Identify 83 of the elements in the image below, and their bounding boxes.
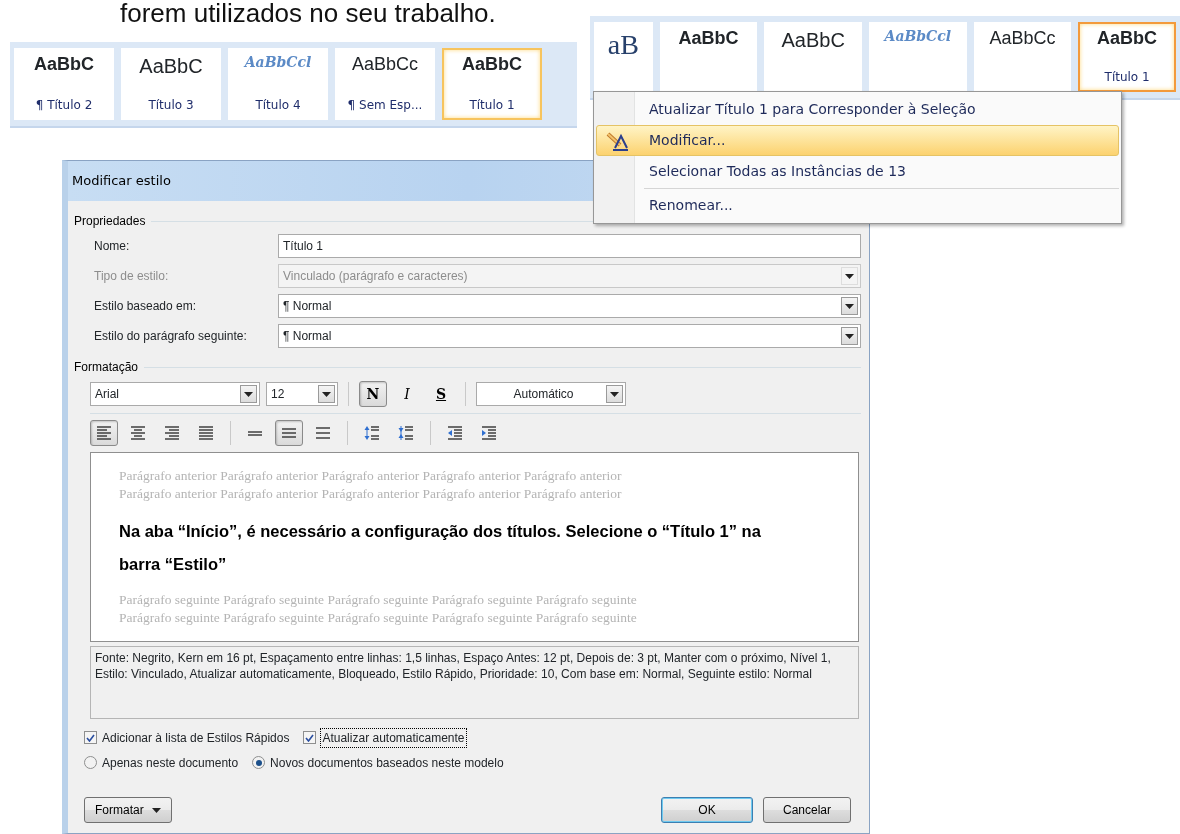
dropdown-field: Vinculado (parágrafo e caracteres) <box>278 264 861 288</box>
caret-icon <box>151 807 161 813</box>
radio-label[interactable]: Novos documentos baseados neste modelo <box>270 753 504 772</box>
style-name: Título 1 <box>469 97 515 114</box>
field-label: Estilo baseado em: <box>94 298 198 315</box>
style-gallery-item[interactable]: AaBbC Título 1 <box>442 48 542 120</box>
spacing-arrows-icon <box>398 425 414 441</box>
align-center-icon <box>130 425 146 441</box>
style-gallery-item[interactable]: AaBbC <box>764 22 862 92</box>
style-preview-text: AaBbC <box>139 54 203 78</box>
justify-icon <box>198 425 214 441</box>
field-label: Nome: <box>94 238 131 255</box>
line-spacing-icon <box>281 425 297 441</box>
style-preview-text: AaBbC <box>1097 28 1158 50</box>
style-preview-text: aB <box>607 28 639 62</box>
font-dropdown[interactable]: Arial <box>90 382 260 406</box>
toolbar-button[interactable] <box>275 420 303 446</box>
style-gallery-item[interactable]: AaBbC ¶ Título 2 <box>14 48 114 120</box>
style-name: ¶ Sem Esp... <box>347 97 423 114</box>
toolbar-button[interactable] <box>90 420 118 446</box>
style-gallery-item[interactable]: AaBbCc <box>973 22 1072 92</box>
indent-decrease-icon <box>447 425 463 441</box>
checkbox[interactable] <box>303 731 317 744</box>
dropdown-button[interactable]: Formatar <box>84 797 172 823</box>
caret-icon <box>845 273 854 279</box>
radio-button[interactable] <box>252 756 266 769</box>
preview-text: Parágrafo anterior Parágrafo anterior Parágrafo anterior Parágrafo anterior Parágrafo anterior <box>119 467 623 485</box>
style-name: Título 4 <box>255 97 301 114</box>
pencil-icon <box>605 131 629 151</box>
underline-button[interactable]: S <box>427 381 455 407</box>
style-preview-text: AaBbC <box>462 54 522 76</box>
caret-icon <box>322 391 331 397</box>
align-right-icon <box>164 425 180 441</box>
font-size-dropdown[interactable]: 12 <box>266 382 338 406</box>
style-gallery-item[interactable]: AaBbC Título 1 <box>1078 22 1176 92</box>
preview-text: Parágrafo anterior Parágrafo anterior Parágrafo anterior Parágrafo anterior Parágrafo anterior <box>119 485 623 503</box>
spacing-arrows-icon <box>364 425 380 441</box>
style-preview-text: AaBbC <box>678 28 739 50</box>
preview-text: Parágrafo seguinte Parágrafo seguinte Parágrafo seguinte Parágrafo seguinte Parágrafo seguinte <box>119 591 638 609</box>
radio-button[interactable] <box>84 756 97 769</box>
italic-button[interactable]: I <box>393 381 421 407</box>
dropdown-field[interactable]: ¶ Normal <box>278 294 861 318</box>
color-dropdown[interactable]: Automático <box>476 382 626 406</box>
indent-increase-icon <box>481 425 497 441</box>
checkbox-label[interactable]: Adicionar à lista de Estilos Rápidos <box>102 728 290 747</box>
caret-icon <box>845 333 854 339</box>
style-gallery-item[interactable]: AaBbC <box>659 22 758 92</box>
style-description: Fonte: Negrito, Kern em 16 pt, Espaçamento entre linhas: 1,5 linhas, Espaço Antes: 12 pt, Depois de: 3 pt, Manter com o próximo, Nível 1, Estilo: Vinculado, Atualizar automaticamente, Bloqueado, Estilo Rápido, Prioridade: 10, Com base em: Normal, Seguinte estilo: Normal <box>90 646 859 719</box>
style-preview-text: AaBbCcl <box>884 28 952 45</box>
checkbox-label[interactable]: Atualizar automaticamente <box>321 728 466 747</box>
menu-item[interactable]: Atualizar Título 1 para Corresponder à Seleção <box>596 94 1119 125</box>
section-heading: Formatação <box>74 357 861 377</box>
style-preview-text: AaBbCcl <box>244 54 312 71</box>
align-left-icon <box>96 425 112 441</box>
checkbox[interactable] <box>84 731 97 744</box>
style-gallery-item[interactable]: AaBbCcl Título 4 <box>228 48 328 120</box>
style-preview-text: AaBbC <box>34 54 94 76</box>
caret-icon <box>845 303 854 309</box>
dialog-button[interactable]: Cancelar <box>763 797 851 823</box>
style-preview-text: AaBbCc <box>989 28 1056 50</box>
document-text: forem utilizados no seu trabalho. <box>120 0 496 28</box>
dropdown-field[interactable]: ¶ Normal <box>278 324 861 348</box>
line-spacing-icon <box>315 425 331 441</box>
style-name: Título 3 <box>148 97 194 114</box>
style-gallery-item[interactable]: AaBbCc ¶ Sem Esp... <box>335 48 435 120</box>
bold-button[interactable]: N <box>359 381 387 407</box>
preview-text: Parágrafo seguinte Parágrafo seguinte Parágrafo seguinte Parágrafo seguinte Parágrafo seguinte <box>119 609 638 627</box>
style-gallery-item[interactable]: AaBbCcl <box>869 22 967 92</box>
style-name: ¶ Título 2 <box>35 97 93 114</box>
preview-sample-text: Na aba “Início”, é necessário a configuração dos títulos. Selecione o “Título 1” na barra “Estilo” <box>119 521 762 575</box>
style-preview-text: AaBbCc <box>351 54 418 76</box>
style-name: Título 1 <box>1104 69 1150 86</box>
field-label: Estilo do parágrafo seguinte: <box>94 328 248 345</box>
menu-item[interactable]: Modificar... <box>596 125 1119 156</box>
style-gallery-item[interactable]: AaBbC Título 3 <box>121 48 221 120</box>
field-label: Tipo de estilo: <box>94 268 170 285</box>
caret-icon <box>610 391 619 397</box>
input-field[interactable]: Título 1 <box>278 234 861 258</box>
style-gallery-item[interactable]: aB <box>594 22 653 92</box>
radio-label[interactable]: Apenas neste documento <box>102 753 239 772</box>
dialog-button[interactable]: OK <box>661 797 753 823</box>
caret-icon <box>244 391 253 397</box>
style-preview-text: AaBbC <box>781 28 845 52</box>
